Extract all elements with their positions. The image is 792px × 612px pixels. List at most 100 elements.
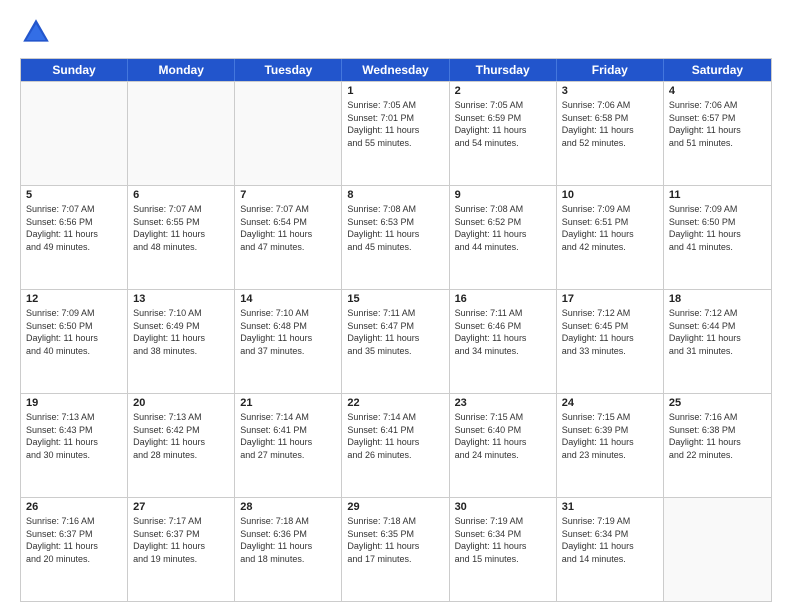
day-number: 15 [347, 293, 443, 305]
logo [20, 16, 58, 48]
cell-text: Sunrise: 7:09 AM Sunset: 6:50 PM Dayligh… [669, 203, 766, 253]
cell-text: Sunrise: 7:10 AM Sunset: 6:48 PM Dayligh… [240, 307, 336, 357]
day-number: 3 [562, 85, 658, 97]
weekday-header: Monday [128, 59, 235, 81]
calendar-cell: 5 Sunrise: 7:07 AM Sunset: 6:56 PM Daylig… [21, 186, 128, 289]
calendar-cell: 25 Sunrise: 7:16 AM Sunset: 6:38 PM Dayli… [664, 394, 771, 497]
calendar-cell: 26Sunrise: 7:16 AM Sunset: 6:37 PM Dayli… [21, 498, 128, 601]
day-number: 14 [240, 293, 336, 305]
day-number: 24 [562, 397, 658, 409]
calendar-cell: 2 Sunrise: 7:05 AM Sunset: 6:59 PM Daylig… [450, 82, 557, 185]
calendar-row: 5 Sunrise: 7:07 AM Sunset: 6:56 PM Daylig… [21, 185, 771, 289]
calendar-cell: 3 Sunrise: 7:06 AM Sunset: 6:58 PM Daylig… [557, 82, 664, 185]
day-number: 23 [455, 397, 551, 409]
cell-text: Sunrise: 7:19 AM Sunset: 6:34 PM Dayligh… [455, 515, 551, 565]
calendar-cell: 4Sunrise: 7:06 AM Sunset: 6:57 PM Daylig… [664, 82, 771, 185]
day-number: 30 [455, 501, 551, 513]
cell-text: Sunrise: 7:18 AM Sunset: 6:35 PM Dayligh… [347, 515, 443, 565]
cell-text: Sunrise: 7:06 AM Sunset: 6:57 PM Dayligh… [669, 99, 766, 149]
cell-text: Sunrise: 7:16 AM Sunset: 6:38 PM Dayligh… [669, 411, 766, 461]
calendar-cell: 14 Sunrise: 7:10 AM Sunset: 6:48 PM Dayli… [235, 290, 342, 393]
cell-text: Sunrise: 7:15 AM Sunset: 6:39 PM Dayligh… [562, 411, 658, 461]
calendar: SundayMondayTuesdayWednesdayThursdayFrid… [20, 58, 772, 602]
day-number: 28 [240, 501, 336, 513]
day-number: 6 [133, 189, 229, 201]
cell-text: Sunrise: 7:14 AM Sunset: 6:41 PM Dayligh… [240, 411, 336, 461]
calendar-row: 12 Sunrise: 7:09 AM Sunset: 6:50 PM Dayli… [21, 289, 771, 393]
calendar-cell [664, 498, 771, 601]
weekday-header: Wednesday [342, 59, 449, 81]
calendar-cell: 16Sunrise: 7:11 AM Sunset: 6:46 PM Dayli… [450, 290, 557, 393]
calendar-cell: 31 Sunrise: 7:19 AM Sunset: 6:34 PM Dayli… [557, 498, 664, 601]
page: SundayMondayTuesdayWednesdayThursdayFrid… [0, 0, 792, 612]
calendar-cell: 8Sunrise: 7:08 AM Sunset: 6:53 PM Daylig… [342, 186, 449, 289]
cell-text: Sunrise: 7:05 AM Sunset: 7:01 PM Dayligh… [347, 99, 443, 149]
calendar-cell: 13Sunrise: 7:10 AM Sunset: 6:49 PM Dayli… [128, 290, 235, 393]
cell-text: Sunrise: 7:18 AM Sunset: 6:36 PM Dayligh… [240, 515, 336, 565]
weekday-header: Sunday [21, 59, 128, 81]
day-number: 22 [347, 397, 443, 409]
cell-text: Sunrise: 7:12 AM Sunset: 6:45 PM Dayligh… [562, 307, 658, 357]
calendar-cell: 18 Sunrise: 7:12 AM Sunset: 6:44 PM Dayli… [664, 290, 771, 393]
cell-text: Sunrise: 7:09 AM Sunset: 6:50 PM Dayligh… [26, 307, 122, 357]
calendar-cell: 12 Sunrise: 7:09 AM Sunset: 6:50 PM Dayli… [21, 290, 128, 393]
day-number: 12 [26, 293, 122, 305]
day-number: 7 [240, 189, 336, 201]
day-number: 16 [455, 293, 551, 305]
cell-text: Sunrise: 7:14 AM Sunset: 6:41 PM Dayligh… [347, 411, 443, 461]
calendar-cell: 19Sunrise: 7:13 AM Sunset: 6:43 PM Dayli… [21, 394, 128, 497]
cell-text: Sunrise: 7:09 AM Sunset: 6:51 PM Dayligh… [562, 203, 658, 253]
day-number: 25 [669, 397, 766, 409]
weekday-header: Friday [557, 59, 664, 81]
calendar-cell: 11 Sunrise: 7:09 AM Sunset: 6:50 PM Dayli… [664, 186, 771, 289]
cell-text: Sunrise: 7:19 AM Sunset: 6:34 PM Dayligh… [562, 515, 658, 565]
day-number: 11 [669, 189, 766, 201]
cell-text: Sunrise: 7:10 AM Sunset: 6:49 PM Dayligh… [133, 307, 229, 357]
cell-text: Sunrise: 7:17 AM Sunset: 6:37 PM Dayligh… [133, 515, 229, 565]
day-number: 31 [562, 501, 658, 513]
calendar-cell: 21Sunrise: 7:14 AM Sunset: 6:41 PM Dayli… [235, 394, 342, 497]
calendar-cell: 20 Sunrise: 7:13 AM Sunset: 6:42 PM Dayli… [128, 394, 235, 497]
calendar-cell: 22 Sunrise: 7:14 AM Sunset: 6:41 PM Dayli… [342, 394, 449, 497]
cell-text: Sunrise: 7:07 AM Sunset: 6:55 PM Dayligh… [133, 203, 229, 253]
calendar-cell: 27 Sunrise: 7:17 AM Sunset: 6:37 PM Dayli… [128, 498, 235, 601]
weekday-header: Tuesday [235, 59, 342, 81]
calendar-body: 1Sunrise: 7:05 AM Sunset: 7:01 PM Daylig… [21, 81, 771, 601]
calendar-header: SundayMondayTuesdayWednesdayThursdayFrid… [21, 59, 771, 81]
cell-text: Sunrise: 7:15 AM Sunset: 6:40 PM Dayligh… [455, 411, 551, 461]
calendar-cell: 30 Sunrise: 7:19 AM Sunset: 6:34 PM Dayli… [450, 498, 557, 601]
cell-text: Sunrise: 7:06 AM Sunset: 6:58 PM Dayligh… [562, 99, 658, 149]
calendar-row: 1Sunrise: 7:05 AM Sunset: 7:01 PM Daylig… [21, 81, 771, 185]
calendar-cell: 28 Sunrise: 7:18 AM Sunset: 6:36 PM Dayli… [235, 498, 342, 601]
day-number: 10 [562, 189, 658, 201]
day-number: 8 [347, 189, 443, 201]
cell-text: Sunrise: 7:07 AM Sunset: 6:54 PM Dayligh… [240, 203, 336, 253]
calendar-cell: 24 Sunrise: 7:15 AM Sunset: 6:39 PM Dayli… [557, 394, 664, 497]
calendar-cell: 23 Sunrise: 7:15 AM Sunset: 6:40 PM Dayli… [450, 394, 557, 497]
day-number: 2 [455, 85, 551, 97]
calendar-row: 26Sunrise: 7:16 AM Sunset: 6:37 PM Dayli… [21, 497, 771, 601]
day-number: 29 [347, 501, 443, 513]
cell-text: Sunrise: 7:12 AM Sunset: 6:44 PM Dayligh… [669, 307, 766, 357]
calendar-cell: 15 Sunrise: 7:11 AM Sunset: 6:47 PM Dayli… [342, 290, 449, 393]
weekday-header: Thursday [450, 59, 557, 81]
cell-text: Sunrise: 7:11 AM Sunset: 6:47 PM Dayligh… [347, 307, 443, 357]
day-number: 27 [133, 501, 229, 513]
day-number: 5 [26, 189, 122, 201]
weekday-header: Saturday [664, 59, 771, 81]
calendar-cell: 29 Sunrise: 7:18 AM Sunset: 6:35 PM Dayli… [342, 498, 449, 601]
cell-text: Sunrise: 7:13 AM Sunset: 6:42 PM Dayligh… [133, 411, 229, 461]
calendar-row: 19Sunrise: 7:13 AM Sunset: 6:43 PM Dayli… [21, 393, 771, 497]
calendar-cell: 10 Sunrise: 7:09 AM Sunset: 6:51 PM Dayli… [557, 186, 664, 289]
day-number: 19 [26, 397, 122, 409]
day-number: 26 [26, 501, 122, 513]
day-number: 17 [562, 293, 658, 305]
day-number: 18 [669, 293, 766, 305]
calendar-cell [235, 82, 342, 185]
calendar-cell: 6 Sunrise: 7:07 AM Sunset: 6:55 PM Daylig… [128, 186, 235, 289]
cell-text: Sunrise: 7:05 AM Sunset: 6:59 PM Dayligh… [455, 99, 551, 149]
cell-text: Sunrise: 7:07 AM Sunset: 6:56 PM Dayligh… [26, 203, 122, 253]
day-number: 20 [133, 397, 229, 409]
day-number: 9 [455, 189, 551, 201]
cell-text: Sunrise: 7:08 AM Sunset: 6:52 PM Dayligh… [455, 203, 551, 253]
